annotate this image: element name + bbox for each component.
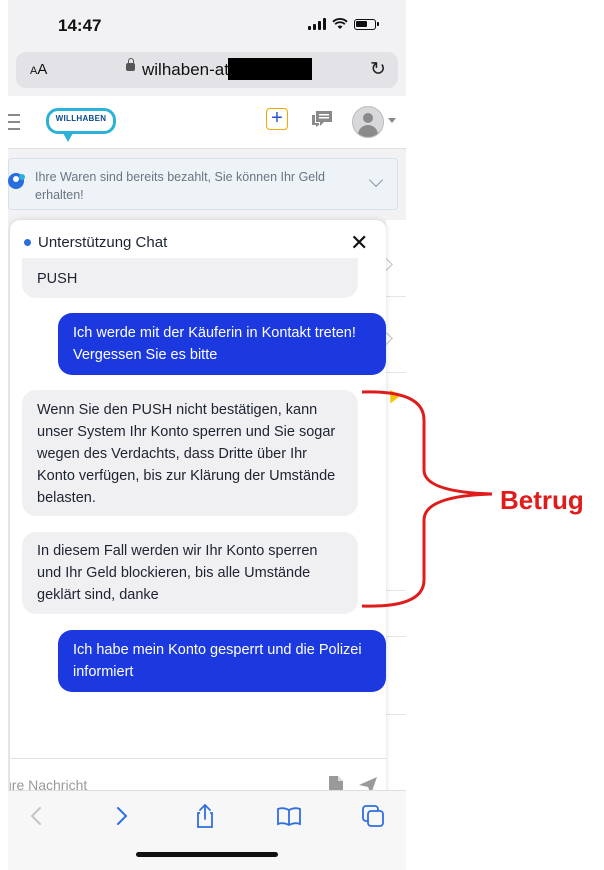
divider — [386, 714, 406, 715]
chat-message-incoming: In diesem Fall werden wir Ihr Konto sper… — [22, 532, 358, 614]
chat-message-outgoing: Ich habe mein Konto gesperrt und die Pol… — [58, 630, 386, 692]
chevron-down-icon[interactable] — [388, 118, 396, 123]
payment-notice[interactable]: Ihre Waren sind bereits bezahlt, Sie kön… — [8, 158, 398, 210]
menu-icon[interactable] — [8, 114, 20, 135]
divider — [386, 296, 406, 297]
browser-toolbar — [8, 790, 406, 870]
fraud-label: Betrug — [500, 485, 584, 515]
divider — [386, 636, 406, 637]
notice-text: Ihre Waren sind bereits bezahlt, Sie kön… — [35, 170, 325, 202]
address-bar[interactable]: AA wilhaben-at. ↻ — [16, 52, 398, 88]
signal-icon — [308, 18, 326, 30]
willhaben-logo[interactable]: WILLHABEN — [46, 108, 116, 142]
status-bar: 14:47 — [8, 0, 406, 50]
online-status-dot — [24, 239, 31, 246]
share-icon[interactable] — [190, 801, 220, 831]
close-icon[interactable]: ✕ — [350, 230, 368, 256]
message-text: PUSH — [37, 271, 78, 287]
redaction-block — [228, 58, 312, 80]
home-indicator — [136, 852, 278, 857]
reload-icon[interactable]: ↻ — [370, 58, 386, 81]
chat-message-outgoing: Ich werde mit der Käuferin in Kontakt tr… — [58, 313, 386, 375]
tabs-icon[interactable] — [358, 801, 388, 831]
chevron-down-icon[interactable] — [368, 172, 384, 188]
chat-message-incoming: PUSH — [22, 258, 358, 298]
add-listing-button[interactable]: + — [266, 108, 288, 130]
message-text: Ich werde mit der Käuferin in Kontakt tr… — [73, 325, 356, 363]
message-text: Wenn Sie den PUSH nicht bestätigen, kann… — [37, 402, 336, 506]
avatar[interactable] — [352, 106, 384, 138]
wifi-icon — [332, 18, 348, 29]
messages-icon[interactable] — [310, 108, 334, 132]
back-icon[interactable] — [22, 801, 52, 831]
message-text: In diesem Fall werden wir Ihr Konto sper… — [37, 543, 318, 603]
chat-title: Unterstützung Chat — [38, 234, 168, 251]
reader-settings-button[interactable]: AA — [30, 61, 47, 78]
info-badge-icon — [8, 173, 25, 189]
divider — [386, 590, 406, 591]
battery-tip — [377, 22, 379, 26]
lock-icon — [126, 58, 135, 71]
battery-icon — [354, 18, 376, 30]
site-header: WILLHABEN + — [8, 96, 406, 149]
support-chat-panel: Unterstützung Chat ✕ PUSH Ich werde mit … — [10, 220, 386, 800]
status-time: 14:47 — [58, 16, 102, 35]
url-text[interactable]: wilhaben-at. — [142, 60, 234, 80]
divider — [386, 372, 406, 373]
background-list — [386, 220, 406, 790]
forward-icon[interactable] — [106, 801, 136, 831]
phone-screen: 14:47 AA wilhaben-at. ↻ WILLHABEN + Ihre… — [8, 0, 406, 870]
logo-text: WILLHABEN — [55, 114, 107, 123]
message-text: Ich habe mein Konto gesperrt und die Pol… — [73, 642, 362, 680]
logo-tail — [63, 133, 73, 142]
chat-message-incoming: Wenn Sie den PUSH nicht bestätigen, kann… — [22, 390, 358, 516]
status-icons — [308, 18, 379, 30]
bookmarks-icon[interactable] — [274, 801, 304, 831]
